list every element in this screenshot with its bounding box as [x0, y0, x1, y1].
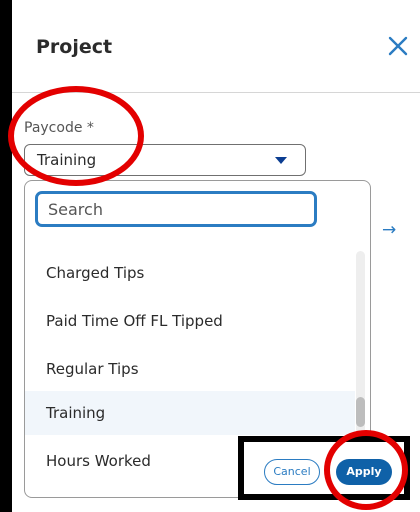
apply-button[interactable]: Apply — [336, 459, 392, 485]
paycode-label: Paycode * — [24, 120, 94, 136]
close-button[interactable] — [382, 30, 414, 62]
scrollbar-thumb[interactable] — [356, 397, 365, 427]
cancel-button[interactable]: Cancel — [264, 459, 320, 485]
list-item-charged-tips[interactable]: Charged Tips — [25, 251, 355, 295]
search-input[interactable] — [35, 191, 317, 227]
page-title: Project — [36, 36, 113, 58]
paycode-select[interactable]: Training — [24, 144, 306, 176]
paycode-selected-value: Training — [37, 151, 97, 169]
list-item-training[interactable]: Training — [25, 391, 355, 435]
list-item-paid-time-off-fl-tipped[interactable]: Paid Time Off FL Tipped — [25, 299, 355, 343]
arrow-right-icon[interactable]: → — [382, 220, 396, 240]
list-item-regular-tips[interactable]: Regular Tips — [25, 347, 355, 391]
close-icon — [388, 36, 408, 56]
panel-header: Project — [12, 0, 420, 93]
chevron-down-icon — [275, 157, 287, 164]
